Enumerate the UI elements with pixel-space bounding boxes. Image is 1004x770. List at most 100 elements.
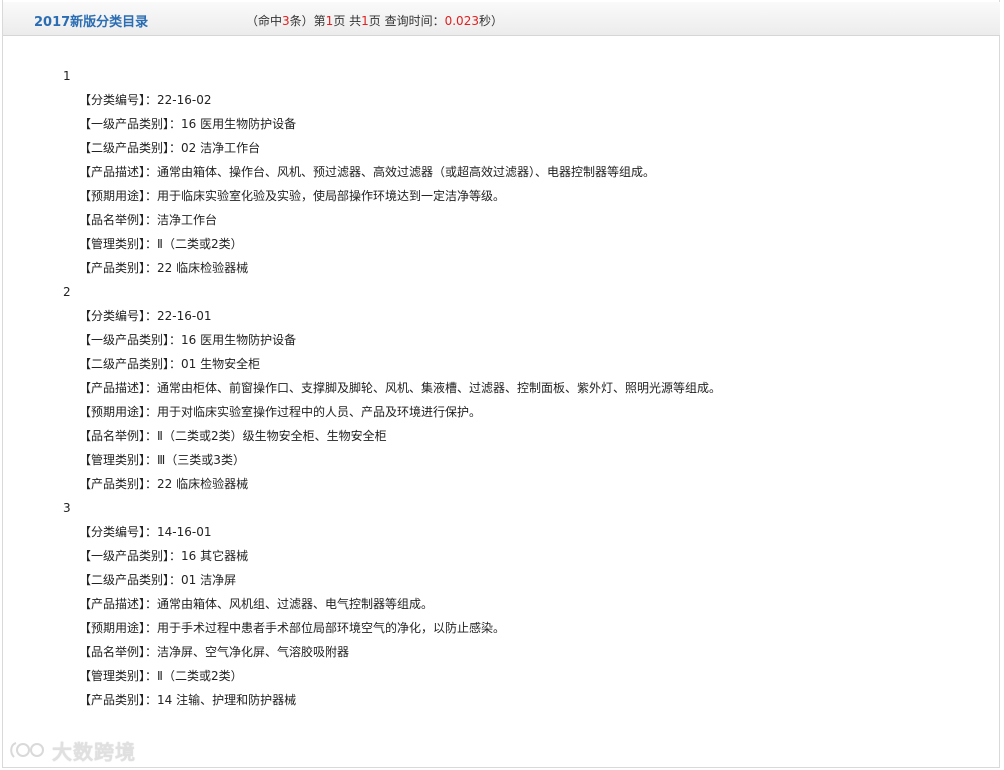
field-label: 【品名举例】 (79, 213, 146, 227)
field-intended-use: 【预期用途】：用于手术过程中患者手术部位局部环境空气的净化，以防止感染。 (0, 616, 1000, 640)
meta-mid3: 页 查询时间： (368, 14, 445, 28)
field-value: 通常由箱体、风机组、过滤器、电气控制器等组成。 (157, 597, 434, 611)
field-separator: ： (145, 477, 158, 491)
field-value: Ⅲ（三类或3类） (157, 453, 245, 467)
field-label: 【预期用途】 (79, 405, 146, 419)
field-separator: ： (169, 549, 182, 563)
field-value: 用于对临床实验室操作过程中的人员、产品及环境进行保护。 (157, 405, 482, 419)
field-separator: ： (145, 261, 158, 275)
field-product-examples: 【品名举例】：洁净工作台 (0, 208, 1000, 232)
field-value: 洁净工作台 (157, 213, 218, 227)
field-separator: ： (145, 381, 158, 395)
field-value: 01 生物安全柜 (181, 357, 261, 371)
field-label: 【分类编号】 (79, 93, 146, 107)
field-label: 【管理类别】 (79, 669, 146, 683)
field-separator: ： (169, 573, 182, 587)
field-description: 【产品描述】：通常由箱体、风机组、过滤器、电气控制器等组成。 (0, 592, 1000, 616)
field-primary-category: 【一级产品类别】：16 医用生物防护设备 (0, 112, 1000, 136)
field-value: 14 注输、护理和防护器械 (157, 693, 297, 707)
field-intended-use: 【预期用途】：用于临床实验室化验及实验，使局部操作环境达到一定洁净等级。 (0, 184, 1000, 208)
field-label: 【产品描述】 (79, 165, 146, 179)
field-primary-category: 【一级产品类别】：16 医用生物防护设备 (0, 328, 1000, 352)
field-label: 【管理类别】 (79, 237, 146, 251)
field-separator: ： (169, 333, 182, 347)
field-secondary-category: 【二级产品类别】：02 洁净工作台 (0, 136, 1000, 160)
field-label: 【品名举例】 (79, 645, 146, 659)
field-label: 【产品类别】 (79, 477, 146, 491)
field-description: 【产品描述】：通常由柜体、前窗操作口、支撑脚及脚轮、风机、集液槽、过滤器、控制面… (0, 376, 1000, 400)
field-product-category: 【产品类别】：22 临床检验器械 (0, 256, 1000, 280)
meta-suffix: 秒） (478, 14, 503, 28)
record-number: 2 (63, 285, 71, 299)
field-separator: ： (145, 309, 158, 323)
field-value: 02 洁净工作台 (181, 141, 261, 155)
field-label: 【产品类别】 (79, 261, 146, 275)
result-record: 2 【分类编号】：22-16-01 【一级产品类别】：16 医用生物防护设备 【… (0, 280, 1000, 496)
field-value: 22-16-02 (157, 93, 212, 107)
field-value: 22 临床检验器械 (157, 477, 249, 491)
field-secondary-category: 【二级产品类别】：01 生物安全柜 (0, 352, 1000, 376)
query-summary: （命中3条）第1页 共1页 查询时间：0.023秒） (246, 12, 503, 29)
field-label: 【二级产品类别】 (79, 357, 170, 371)
page-title: 2017新版分类目录 (34, 15, 149, 30)
field-label: 【预期用途】 (79, 621, 146, 635)
field-label: 【一级产品类别】 (79, 117, 170, 131)
field-separator: ： (145, 405, 158, 419)
field-label: 【二级产品类别】 (79, 141, 170, 155)
field-label: 【预期用途】 (79, 189, 146, 203)
field-label: 【二级产品类别】 (79, 573, 170, 587)
field-classification-code: 【分类编号】：14-16-01 (0, 520, 1000, 544)
field-label: 【品名举例】 (79, 429, 146, 443)
field-product-category: 【产品类别】：14 注输、护理和防护器械 (0, 688, 1000, 712)
field-separator: ： (169, 141, 182, 155)
field-value: 通常由箱体、操作台、风机、预过滤器、高效过滤器（或超高效过滤器）、电器控制器等组… (157, 165, 656, 179)
field-description: 【产品描述】：通常由箱体、操作台、风机、预过滤器、高效过滤器（或超高效过滤器）、… (0, 160, 1000, 184)
field-separator: ： (145, 525, 158, 539)
field-label: 【一级产品类别】 (79, 549, 170, 563)
results-header: 2017新版分类目录 （命中3条）第1页 共1页 查询时间：0.023秒） (3, 2, 1000, 36)
field-label: 【一级产品类别】 (79, 333, 170, 347)
field-separator: ： (169, 117, 182, 131)
watermark: 大数跨境 (8, 737, 136, 764)
field-value: 16 医用生物防护设备 (181, 333, 297, 347)
field-value: 14-16-01 (157, 525, 212, 539)
field-classification-code: 【分类编号】：22-16-01 (0, 304, 1000, 328)
field-separator: ： (145, 165, 158, 179)
field-intended-use: 【预期用途】：用于对临床实验室操作过程中的人员、产品及环境进行保护。 (0, 400, 1000, 424)
field-product-category: 【产品类别】：22 临床检验器械 (0, 472, 1000, 496)
field-separator: ： (169, 357, 182, 371)
field-label: 【管理类别】 (79, 453, 146, 467)
field-management-class: 【管理类别】：Ⅲ（三类或3类） (0, 448, 1000, 472)
field-management-class: 【管理类别】：Ⅱ（二类或2类） (0, 232, 1000, 256)
field-value: 通常由柜体、前窗操作口、支撑脚及脚轮、风机、集液槽、过滤器、控制面板、紫外灯、照… (157, 381, 722, 395)
field-separator: ： (145, 669, 158, 683)
field-value: 洁净屏、空气净化屏、气溶胶吸附器 (157, 645, 350, 659)
field-value: Ⅱ（二类或2类） (157, 237, 243, 251)
meta-prefix: （命中 (246, 14, 283, 28)
field-separator: ： (145, 621, 158, 635)
field-product-examples: 【品名举例】：Ⅱ（二类或2类）级生物安全柜、生物安全柜 (0, 424, 1000, 448)
result-record: 1 【分类编号】：22-16-02 【一级产品类别】：16 医用生物防护设备 【… (0, 64, 1000, 280)
query-time: 0.023 (444, 14, 479, 28)
field-value: Ⅱ（二类或2类） (157, 669, 243, 683)
field-secondary-category: 【二级产品类别】：01 洁净屏 (0, 568, 1000, 592)
field-separator: ： (145, 189, 158, 203)
field-separator: ： (145, 453, 158, 467)
field-label: 【分类编号】 (79, 525, 146, 539)
field-management-class: 【管理类别】：Ⅱ（二类或2类） (0, 664, 1000, 688)
field-value: Ⅱ（二类或2类）级生物安全柜、生物安全柜 (157, 429, 387, 443)
field-separator: ： (145, 213, 158, 227)
field-value: 22 临床检验器械 (157, 261, 249, 275)
hit-count: 3 (282, 14, 290, 28)
field-separator: ： (145, 645, 158, 659)
watermark-text: 大数跨境 (52, 739, 136, 764)
field-separator: ： (145, 237, 158, 251)
field-value: 16 其它器械 (181, 549, 249, 563)
meta-mid2: 页 共 (333, 14, 362, 28)
field-classification-code: 【分类编号】：22-16-02 (0, 88, 1000, 112)
field-value: 用于手术过程中患者手术部位局部环境空气的净化，以防止感染。 (157, 621, 506, 635)
field-value: 22-16-01 (157, 309, 212, 323)
field-value: 用于临床实验室化验及实验，使局部操作环境达到一定洁净等级。 (157, 189, 506, 203)
field-separator: ： (145, 597, 158, 611)
field-separator: ： (145, 429, 158, 443)
